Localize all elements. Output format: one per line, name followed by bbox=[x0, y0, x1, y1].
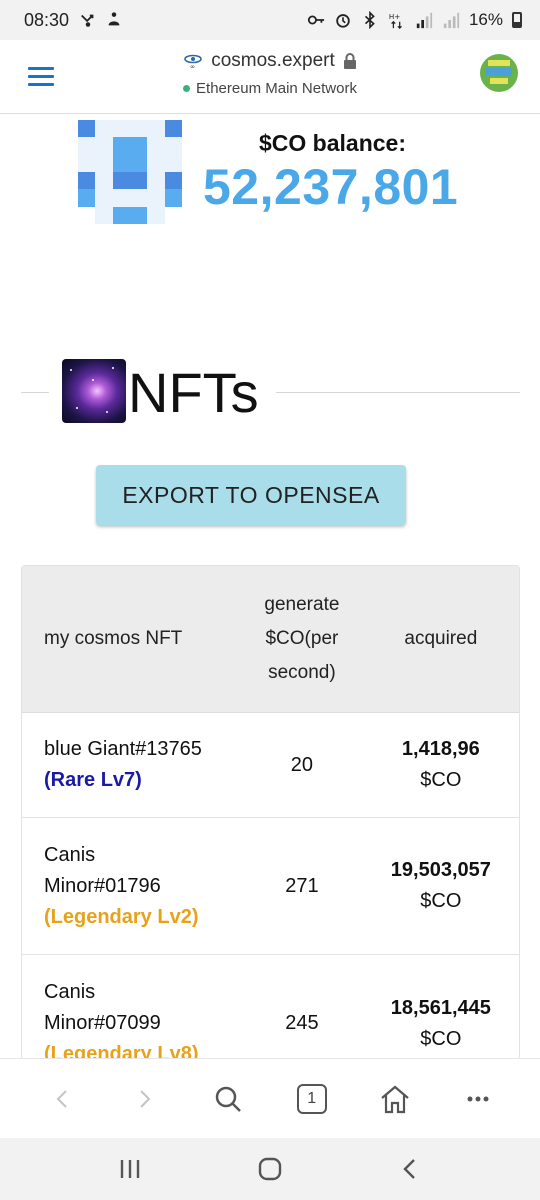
nft-name: blue Giant#13765 bbox=[44, 738, 202, 760]
forward-button[interactable] bbox=[125, 1079, 165, 1119]
divider bbox=[276, 392, 520, 393]
search-icon bbox=[216, 1086, 242, 1112]
system-navigation-bar bbox=[0, 1138, 540, 1200]
balance-value: 52,237,801 bbox=[203, 159, 459, 215]
network-name: Ethereum Main Network bbox=[196, 80, 357, 97]
system-back-button[interactable] bbox=[390, 1149, 430, 1189]
home-system-button[interactable] bbox=[250, 1149, 290, 1189]
network-status-dot bbox=[183, 85, 191, 92]
nft-table: my cosmos NFT generate $CO(per second) a… bbox=[21, 565, 520, 1060]
lock-icon bbox=[343, 53, 356, 69]
chevron-right-icon bbox=[140, 1089, 151, 1108]
address-bar[interactable]: ∞ cosmos.expert Ethereum Main Network bbox=[0, 50, 540, 97]
status-time: 08:30 bbox=[24, 9, 70, 30]
nft-rarity: (Legendary Lv2) bbox=[44, 905, 199, 928]
cosmos-logo-icon: ∞ bbox=[184, 54, 203, 70]
signal-icon bbox=[416, 12, 433, 29]
balance-label: $CO balance: bbox=[259, 130, 406, 156]
accessibility-icon bbox=[108, 12, 120, 26]
browser-toolbar: 1 bbox=[0, 1058, 540, 1138]
nft-name: Canis Minor#07099 bbox=[44, 981, 161, 1034]
home-icon bbox=[381, 1085, 409, 1113]
svg-text:∞: ∞ bbox=[190, 64, 195, 70]
home-circle-icon bbox=[258, 1157, 282, 1181]
nft-acquired-unit: $CO bbox=[420, 890, 462, 912]
back-icon bbox=[403, 1159, 415, 1179]
tab-count: 1 bbox=[296, 1083, 327, 1114]
nft-name: Canis Minor#01796 bbox=[44, 843, 161, 897]
url-text: cosmos.expert bbox=[211, 50, 335, 71]
nft-acquired: 1,418,96 bbox=[401, 738, 480, 760]
divider bbox=[21, 392, 49, 393]
data-icon: H+ bbox=[389, 12, 402, 29]
nft-rarity: (Legendary Lv8) bbox=[44, 1043, 199, 1060]
galaxy-image bbox=[62, 359, 126, 423]
recent-apps-button[interactable] bbox=[110, 1149, 150, 1189]
nft-generate-rate: 20 bbox=[290, 753, 314, 776]
alarm-icon bbox=[336, 14, 350, 28]
browser-header: ∞ cosmos.expert Ethereum Main Network bbox=[0, 40, 540, 114]
more-icon bbox=[467, 1096, 489, 1101]
column-header-generate: generate $CO(per second) bbox=[264, 594, 340, 683]
recent-apps-icon bbox=[120, 1160, 140, 1178]
home-button[interactable] bbox=[375, 1079, 415, 1119]
account-identicon bbox=[78, 120, 182, 224]
table-header: my cosmos NFT generate $CO(per second) a… bbox=[22, 566, 519, 713]
key-icon bbox=[307, 15, 325, 25]
battery-icon bbox=[512, 12, 522, 28]
nft-acquired-unit: $CO bbox=[420, 769, 462, 791]
nft-acquired-unit: $CO bbox=[420, 1027, 462, 1050]
back-button[interactable] bbox=[42, 1079, 82, 1119]
nft-rarity: (Rare Lv7) bbox=[44, 769, 142, 791]
more-options-button[interactable] bbox=[458, 1079, 498, 1119]
column-header-name: my cosmos NFT bbox=[44, 628, 183, 649]
signal-icon bbox=[443, 12, 460, 29]
account-avatar[interactable] bbox=[480, 54, 518, 92]
tabs-button[interactable]: 1 bbox=[292, 1079, 332, 1119]
chevron-left-icon bbox=[56, 1089, 67, 1108]
call-missed-icon bbox=[81, 14, 94, 27]
bluetooth-icon bbox=[364, 11, 375, 29]
battery-percent: 16% bbox=[468, 10, 503, 29]
export-to-opensea-button[interactable]: EXPORT TO OPENSEA bbox=[96, 465, 406, 525]
table-row[interactable]: Canis Minor#07099 (Legendary Lv8) 245 18… bbox=[22, 955, 519, 1060]
search-button[interactable] bbox=[208, 1079, 248, 1119]
nft-generate-rate: 245 bbox=[285, 1012, 319, 1034]
status-bar: 08:30 H+ 16% bbox=[0, 0, 540, 40]
nfts-heading: NFTs bbox=[128, 361, 259, 424]
nft-acquired: 19,503,057 bbox=[390, 859, 491, 881]
nft-generate-rate: 271 bbox=[285, 874, 319, 897]
table-row[interactable]: blue Giant#13765 (Rare Lv7) 20 1,418,96 … bbox=[22, 713, 519, 818]
table-row[interactable]: Canis Minor#01796 (Legendary Lv2) 271 19… bbox=[22, 818, 519, 955]
nft-acquired: 18,561,445 bbox=[390, 996, 491, 1019]
svg-text:H+: H+ bbox=[389, 12, 400, 21]
column-header-acquired: acquired bbox=[404, 628, 478, 649]
